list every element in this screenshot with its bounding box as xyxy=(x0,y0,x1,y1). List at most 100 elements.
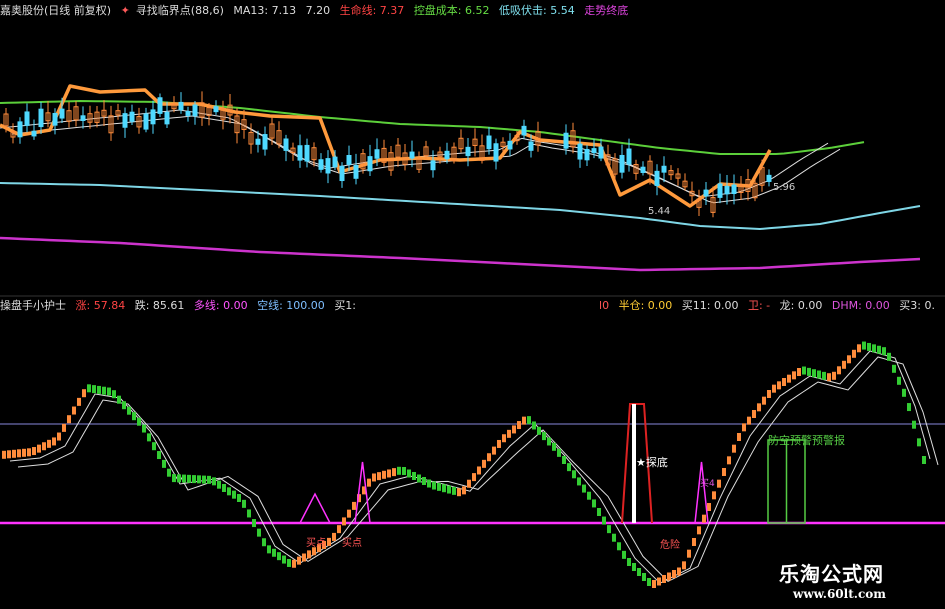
osc-bar xyxy=(127,406,131,415)
osc-bar xyxy=(372,473,376,482)
candle-body xyxy=(598,146,604,159)
candle-body xyxy=(703,189,709,197)
osc-bar xyxy=(192,475,196,484)
osc-bar xyxy=(707,503,711,511)
osc-bar xyxy=(92,385,96,394)
osc-bar xyxy=(387,469,391,478)
candle-body xyxy=(24,111,30,126)
candle-body xyxy=(493,143,499,162)
buy-point-label-a: 买点 xyxy=(306,537,326,549)
osc-bar xyxy=(867,342,871,351)
long-line-label: 多线: 0.00 xyxy=(193,299,248,312)
trend-end-label: 走势终底 xyxy=(584,4,629,17)
osc-bar xyxy=(467,479,471,488)
osc-title[interactable]: 操盘手小护士 xyxy=(0,299,66,312)
osc-bar xyxy=(62,423,66,432)
osc-bar xyxy=(517,421,521,430)
candle-body xyxy=(283,138,289,151)
osc-bar xyxy=(112,390,116,399)
osc-bar xyxy=(57,432,61,441)
buy-small-label: 买4 xyxy=(700,478,715,489)
osc-bar xyxy=(747,416,751,425)
osc-bar xyxy=(32,447,36,456)
osc-bar xyxy=(602,516,606,525)
osc-bar xyxy=(157,451,161,460)
candle-body xyxy=(374,149,380,159)
osc-bar xyxy=(542,432,546,441)
candle-body xyxy=(178,101,184,111)
osc-bar xyxy=(557,448,561,457)
half-pos-label: 半仓: 0.00 xyxy=(618,299,673,312)
osc-bar xyxy=(97,385,101,394)
indicator-name[interactable]: 寻找临界点(88,6) xyxy=(136,4,224,17)
osc-bar xyxy=(732,444,736,453)
osc-bar xyxy=(917,438,921,447)
alert-label: 防空预警预警报 xyxy=(768,433,845,447)
osc-bar xyxy=(77,397,81,406)
osc-bar xyxy=(2,450,6,459)
osc-bar xyxy=(222,484,226,492)
osc-bar xyxy=(697,526,701,535)
candle-body xyxy=(129,111,135,122)
osc-bar xyxy=(232,490,236,499)
osc-bar xyxy=(757,403,761,412)
candle-body xyxy=(52,112,58,126)
candle-body xyxy=(38,108,44,128)
watermark-url: www.60lt.com xyxy=(793,587,886,601)
osc-bar xyxy=(457,488,461,497)
osc-bar xyxy=(22,448,26,457)
osc-bar xyxy=(582,484,586,493)
short-line-label: 空线: 100.00 xyxy=(257,299,325,312)
candle-body xyxy=(262,134,268,150)
candle-body xyxy=(346,154,352,165)
dragon-label: 龙: 0.00 xyxy=(779,299,823,312)
osc-bar xyxy=(737,433,741,441)
buy1-label: 买1: xyxy=(334,299,357,312)
candle-body xyxy=(521,125,527,136)
candle-body xyxy=(724,185,730,195)
candle-body xyxy=(353,165,359,179)
osc-bar xyxy=(182,474,186,483)
osc-bar xyxy=(52,437,56,446)
osc-bar xyxy=(447,485,451,494)
explore-bottom-label: ★探底 xyxy=(636,455,668,469)
osc-bar xyxy=(482,459,486,468)
osc-bar xyxy=(437,482,441,491)
osc-bar xyxy=(217,480,221,489)
osc-bar xyxy=(767,390,771,398)
osc-bar xyxy=(177,474,181,483)
osc-bar xyxy=(862,341,866,350)
osc-bar xyxy=(72,406,76,415)
osc-bar xyxy=(842,360,846,369)
osc-bar xyxy=(292,559,296,568)
candle-body xyxy=(150,109,156,125)
osc-bar xyxy=(197,475,201,484)
osc-bar xyxy=(252,519,256,528)
osc-bar xyxy=(722,468,726,476)
osc-bar xyxy=(902,388,906,397)
osc-bar xyxy=(712,491,716,500)
osc-bar xyxy=(412,472,416,480)
candle-body xyxy=(255,138,261,145)
osc-bar xyxy=(807,367,811,376)
osc-bar xyxy=(277,552,281,561)
osc-bar xyxy=(922,456,926,464)
osc-bar xyxy=(122,401,126,410)
osc-bar xyxy=(397,466,401,475)
osc-bar xyxy=(187,474,191,483)
candle-body xyxy=(486,135,492,150)
danger-label: 危险 xyxy=(660,538,680,551)
osc-bar xyxy=(282,555,286,564)
stock-name[interactable]: 嘉奥股份(日线 前复权) xyxy=(0,4,111,17)
ma-orange-line xyxy=(0,84,772,208)
osc-bar xyxy=(337,525,341,534)
osc-bar xyxy=(587,491,591,500)
osc-bar xyxy=(817,370,821,379)
osc-bar xyxy=(607,525,611,534)
osc-bar xyxy=(247,509,251,518)
osc-bar xyxy=(332,532,336,541)
candle-body xyxy=(766,174,772,182)
candle-body xyxy=(731,184,737,195)
candle-body xyxy=(591,148,597,154)
candle-body xyxy=(17,121,23,138)
